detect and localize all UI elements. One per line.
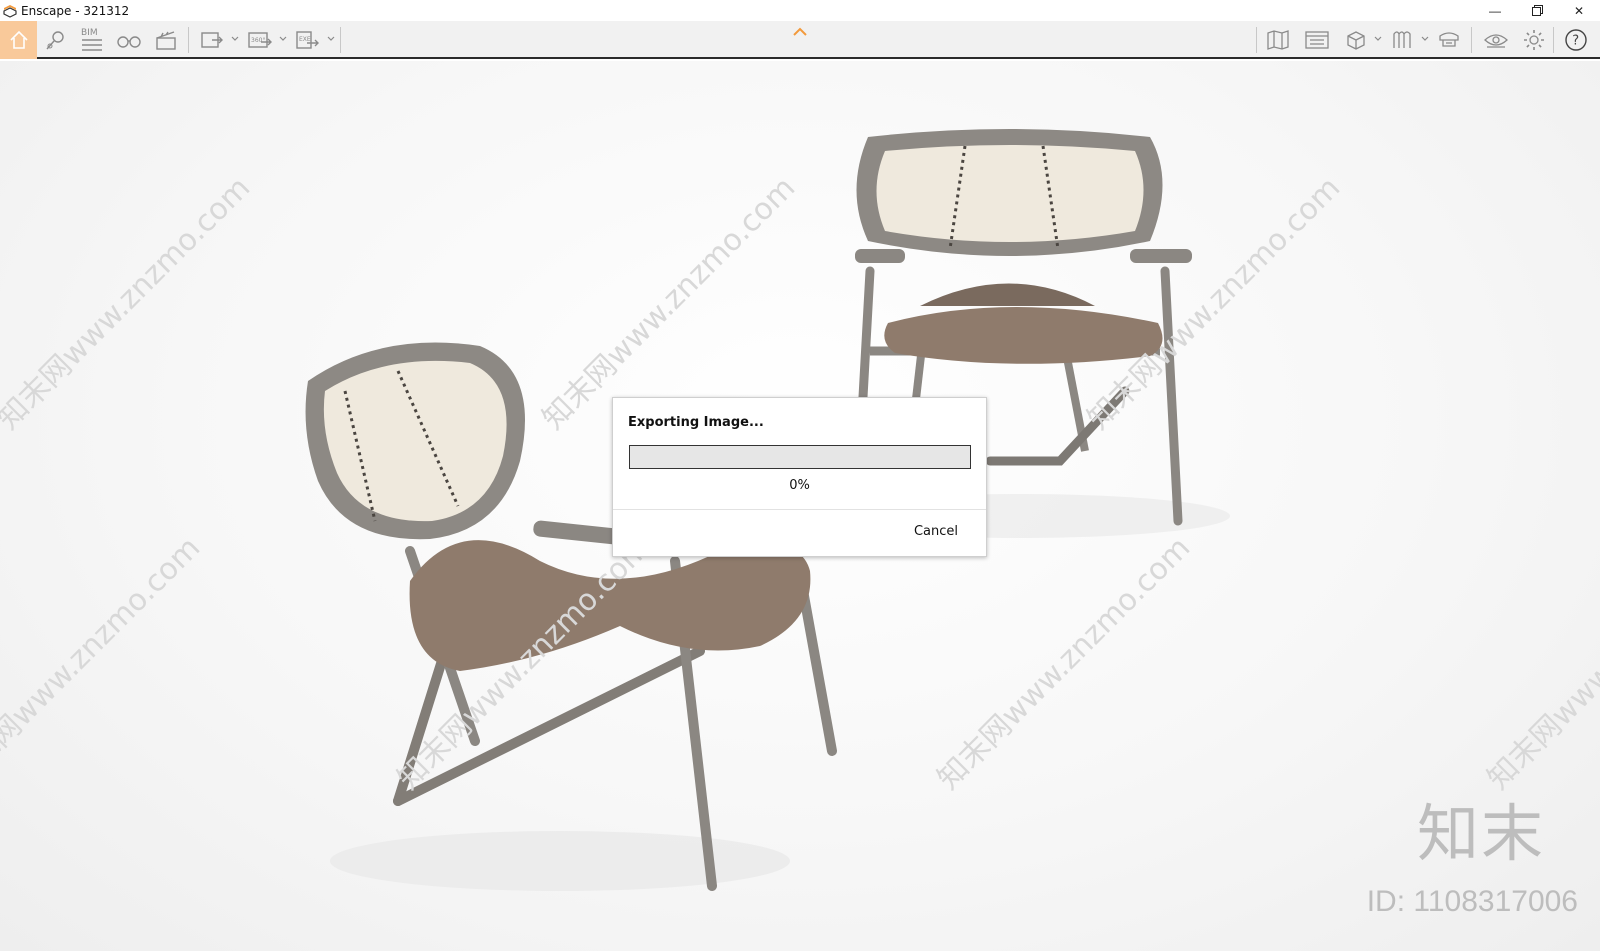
material-button[interactable] [1388, 24, 1416, 56]
export-exe-button[interactable]: EXE [294, 24, 322, 56]
clapperboard-icon [156, 31, 176, 50]
exe-export-icon: EXE [296, 31, 319, 49]
material-dropdown[interactable] [1420, 34, 1430, 44]
eye-icon [1484, 34, 1508, 48]
toolbar-divider [1256, 27, 1257, 53]
export-progress-bar [629, 445, 971, 469]
svg-text:360°: 360° [251, 37, 265, 44]
watermark-text: 知末网www.znzmo.com [0, 530, 207, 796]
close-icon: ✕ [1573, 3, 1585, 18]
help-button[interactable]: ? [1561, 24, 1591, 56]
svg-text:BIM: BIM [81, 28, 98, 38]
window-button[interactable] [1303, 24, 1331, 56]
chevron-down-icon [231, 36, 239, 41]
chevron-down-icon [327, 36, 335, 41]
enscape-toolbar: BIM 360° EXE ? [0, 21, 1600, 59]
window-controls: — ✕ [1474, 0, 1600, 21]
watermark-text: 知末网www.znzmo.com [931, 530, 1197, 796]
binoculars-button[interactable] [115, 24, 143, 56]
enscape-logo-icon [3, 4, 17, 18]
map-icon [1267, 30, 1289, 50]
panorama-button[interactable]: 360° [246, 24, 274, 56]
toolbar-divider [188, 27, 189, 53]
restore-icon [1531, 5, 1543, 16]
video-editor-button[interactable] [152, 24, 180, 56]
collapse-toolbar-button[interactable] [792, 24, 808, 36]
binoculars-icon [117, 36, 141, 48]
views-button[interactable] [42, 24, 70, 56]
collaboration-icon [1439, 32, 1459, 47]
panorama-dropdown[interactable] [278, 34, 288, 44]
material-icon [1393, 31, 1411, 48]
help-icon: ? [1565, 29, 1587, 51]
chevron-down-icon [1374, 36, 1382, 41]
home-button[interactable] [0, 21, 37, 59]
watermark-text: 知末网www.znzmo.com [1481, 530, 1600, 796]
render-image-dropdown[interactable] [230, 34, 240, 44]
bim-icon: BIM [81, 28, 102, 51]
chevron-down-icon [1421, 36, 1429, 41]
minimize-button[interactable]: — [1474, 0, 1516, 21]
svg-text:EXE: EXE [299, 36, 311, 43]
asset-library-dropdown[interactable] [1373, 34, 1383, 44]
cube-icon [1347, 31, 1365, 50]
chevron-up-icon [793, 27, 807, 36]
render-image-button[interactable] [198, 24, 226, 56]
svg-text:?: ? [1572, 34, 1579, 49]
dialog-title: Exporting Image... [628, 415, 764, 430]
location-pin-icon [46, 31, 64, 50]
image-id-label: ID: 1108317006 [1366, 885, 1578, 918]
window-title: Enscape - 321312 [21, 3, 130, 18]
restore-button[interactable] [1516, 0, 1558, 21]
image-export-icon [201, 32, 223, 48]
bim-button[interactable]: BIM [78, 24, 106, 56]
settings-button[interactable] [1520, 24, 1548, 56]
toolbar-divider [1553, 27, 1554, 53]
panorama-360-icon: 360° [248, 32, 272, 48]
asset-library-button[interactable] [1342, 24, 1370, 56]
progress-percent-label: 0% [789, 478, 810, 493]
title-bar: Enscape - 321312 — ✕ [0, 0, 1600, 21]
znzmo-logo: 知末 [1416, 797, 1545, 870]
watermark-text: 知末网www.znzmo.com [0, 170, 257, 436]
collaboration-button[interactable] [1435, 24, 1463, 56]
gear-icon [1524, 30, 1544, 50]
map-button[interactable] [1265, 24, 1293, 56]
home-icon [9, 30, 28, 49]
export-progress-dialog: Exporting Image... 0% Cancel [612, 397, 987, 557]
export-exe-dropdown[interactable] [326, 34, 336, 44]
toolbar-divider [1471, 27, 1472, 53]
minimize-icon: — [1489, 3, 1501, 18]
dialog-divider [613, 509, 986, 510]
cancel-button[interactable]: Cancel [908, 522, 964, 541]
close-button[interactable]: ✕ [1558, 0, 1600, 21]
window-icon [1305, 31, 1329, 49]
visual-settings-eye-button[interactable] [1481, 24, 1511, 56]
chevron-down-icon [279, 36, 287, 41]
toolbar-divider [340, 27, 341, 53]
